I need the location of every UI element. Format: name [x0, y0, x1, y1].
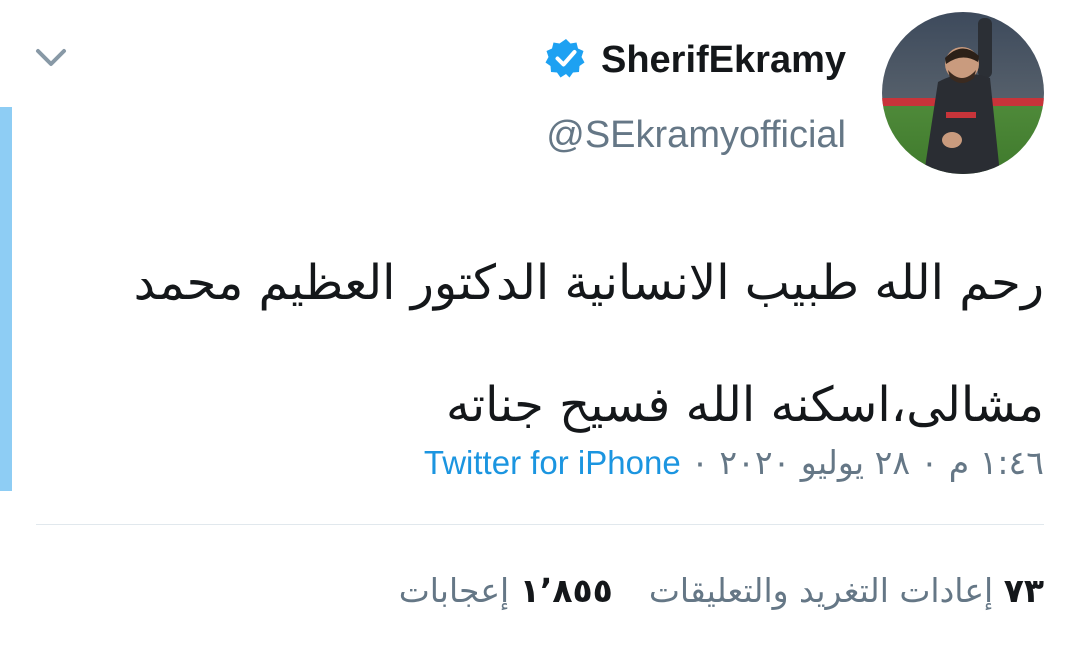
display-name[interactable]: SherifEkramy	[601, 34, 846, 86]
user-handle[interactable]: @SEkramyofficial	[546, 110, 846, 160]
retweets-stat[interactable]: ٧٣ إعادات التغريد والتعليقات	[649, 571, 1044, 610]
tweet-source-link[interactable]: Twitter for iPhone	[424, 444, 681, 481]
retweets-label: إعادات التغريد والتعليقات	[648, 571, 994, 610]
likes-stat[interactable]: ١٬٨٥٥ إعجابات	[399, 571, 613, 610]
likes-label: إعجابات	[398, 571, 510, 610]
meta-separator: ٠	[680, 443, 720, 482]
retweets-count: ٧٣	[1003, 571, 1044, 610]
chevron-down-icon[interactable]	[34, 42, 68, 72]
tweet-meta: ١:٤٦ م ٠ ٢٨ يوليو ٢٠٢٠ ٠ Twitter for iPh…	[424, 440, 1044, 486]
profile-photo	[882, 12, 1044, 174]
thread-accent-bar	[0, 107, 12, 491]
tweet-text: رحم الله طبيب الانسانية الدكتور العظيم م…	[133, 255, 1044, 433]
divider	[36, 524, 1044, 525]
avatar[interactable]	[882, 12, 1044, 174]
tweet-timestamp[interactable]: ١:٤٦ م ٠ ٢٨ يوليو ٢٠٢٠	[719, 443, 1044, 482]
likes-count: ١٬٨٥٥	[519, 571, 613, 610]
tweet-stats: ٧٣ إعادات التغريد والتعليقات ١٬٨٥٥ إعجابا…	[399, 568, 1044, 614]
verified-badge-icon	[545, 39, 585, 78]
